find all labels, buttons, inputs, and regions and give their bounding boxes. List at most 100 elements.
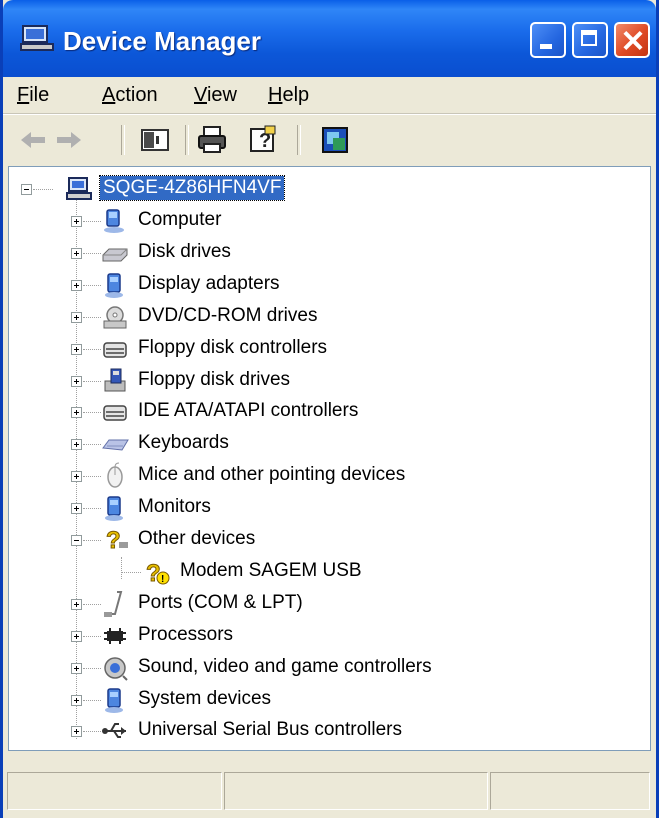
- expand-icon[interactable]: [71, 471, 82, 483]
- tree-connector: [83, 316, 101, 318]
- tree-connector: [83, 508, 101, 510]
- help-icon[interactable]: ?: [247, 124, 279, 156]
- tree-connector: [83, 380, 101, 382]
- toolbar: ?: [3, 114, 656, 165]
- expand-icon[interactable]: [71, 503, 82, 515]
- menu-action[interactable]: Action: [102, 84, 158, 107]
- tree-category-label[interactable]: System devices: [135, 687, 274, 711]
- tree-connector: [83, 412, 101, 414]
- tree-category-label[interactable]: Processors: [135, 623, 236, 647]
- mouse-icon: [107, 462, 123, 488]
- collapse-icon[interactable]: [21, 184, 32, 195]
- tree-connector: [83, 252, 101, 254]
- expand-icon[interactable]: [71, 343, 82, 355]
- tree-connector: [83, 667, 101, 669]
- expand-icon[interactable]: [71, 630, 82, 642]
- expand-icon[interactable]: [71, 407, 82, 419]
- tree-connector: [121, 557, 122, 579]
- tree-connector: [83, 476, 101, 478]
- status-pane-3: [490, 772, 650, 810]
- expand-icon[interactable]: [71, 439, 82, 451]
- back-icon[interactable]: [17, 124, 49, 156]
- tree-category-label[interactable]: Floppy disk controllers: [135, 336, 330, 360]
- device-tree[interactable]: SQGE-4Z86HFN4VF Computer Disk drives Displ…: [8, 166, 651, 751]
- device-manager-window: Device Manager File Action View Help ? S…: [0, 0, 659, 818]
- processor-icon: [104, 627, 126, 644]
- controller-icon: [103, 341, 127, 358]
- tree-connector: [83, 348, 101, 350]
- unknown-device-icon: ?: [106, 527, 128, 554]
- port-icon: [104, 590, 123, 617]
- usb-icon: [102, 723, 126, 739]
- expand-icon[interactable]: [71, 726, 82, 738]
- expand-icon[interactable]: [71, 247, 82, 259]
- forward-icon[interactable]: [53, 124, 85, 156]
- menu-file[interactable]: File: [17, 84, 49, 107]
- minimize-button[interactable]: [530, 22, 566, 58]
- tree-connector: [83, 635, 101, 637]
- menu-view[interactable]: View: [194, 84, 237, 107]
- tree-category-label[interactable]: Mice and other pointing devices: [135, 463, 408, 487]
- tree-category-label[interactable]: DVD/CD-ROM drives: [135, 304, 320, 328]
- tree-root-label[interactable]: SQGE-4Z86HFN4VF: [98, 175, 286, 201]
- properties-icon[interactable]: [319, 124, 351, 156]
- tree-category-label[interactable]: IDE ATA/ATAPI controllers: [135, 399, 361, 423]
- maximize-button[interactable]: [572, 22, 608, 58]
- menu-bar: File Action View Help: [3, 77, 656, 114]
- window-title: Device Manager: [63, 26, 261, 56]
- tree-connector: [83, 731, 101, 733]
- tree-child-label[interactable]: Modem SAGEM USB: [177, 559, 365, 583]
- expand-icon[interactable]: [71, 375, 82, 387]
- title-bar[interactable]: Device Manager: [3, 0, 656, 77]
- tree-connector: [76, 189, 77, 739]
- tree-connector: [121, 571, 141, 573]
- tree-category-label[interactable]: Floppy disk drives: [135, 368, 293, 392]
- tree-connector: [83, 699, 101, 701]
- computer-root-icon: [66, 177, 92, 200]
- tree-connector: [83, 284, 101, 286]
- svg-text:?: ?: [106, 527, 121, 554]
- menu-help[interactable]: Help: [268, 84, 309, 107]
- print-icon[interactable]: [196, 124, 228, 156]
- show-hide-console-tree-icon[interactable]: [139, 124, 171, 156]
- tree-connector: [33, 189, 53, 190]
- expand-icon[interactable]: [71, 598, 82, 610]
- tree-category-label[interactable]: Ports (COM & LPT): [135, 591, 306, 615]
- monitor-icon: [105, 496, 123, 522]
- warning-device-icon: ?!: [146, 559, 170, 586]
- expand-icon[interactable]: [71, 216, 82, 227]
- device-manager-icon: [20, 25, 54, 51]
- status-pane-2: [224, 772, 488, 810]
- display-adapter-icon: [105, 273, 123, 298]
- expand-icon[interactable]: [71, 694, 82, 706]
- floppy-drive-icon: [104, 368, 126, 391]
- disk-drive-icon: [102, 248, 128, 262]
- tree-category-label[interactable]: Disk drives: [135, 240, 234, 264]
- computer-icon: [104, 209, 124, 233]
- svg-text:!: !: [161, 574, 164, 585]
- expand-icon[interactable]: [71, 662, 82, 674]
- close-button[interactable]: [614, 22, 650, 58]
- expand-icon[interactable]: [71, 279, 82, 291]
- status-bar: [3, 766, 656, 818]
- collapse-icon[interactable]: [71, 535, 82, 546]
- expand-icon[interactable]: [71, 311, 82, 323]
- toolbar-separator: [121, 125, 125, 155]
- tree-connector: [83, 444, 101, 446]
- tree-category-label[interactable]: Other devices: [135, 527, 258, 551]
- sound-icon: [104, 656, 128, 681]
- toolbar-separator: [185, 125, 189, 155]
- tree-category-label[interactable]: Display adapters: [135, 272, 283, 296]
- controller-icon: [103, 405, 127, 422]
- status-pane-1: [7, 772, 222, 810]
- tree-category-label[interactable]: Keyboards: [135, 431, 232, 455]
- tree-connector: [83, 221, 101, 222]
- tree-category-label[interactable]: Sound, video and game controllers: [135, 655, 435, 679]
- system-device-icon: [105, 687, 123, 713]
- toolbar-separator: [297, 125, 301, 155]
- tree-category-label[interactable]: Universal Serial Bus controllers: [135, 718, 405, 742]
- tree-category-label[interactable]: Monitors: [135, 495, 214, 519]
- dvd-drive-icon: [103, 305, 127, 329]
- tree-connector: [83, 540, 101, 541]
- tree-category-label[interactable]: Computer: [135, 208, 224, 232]
